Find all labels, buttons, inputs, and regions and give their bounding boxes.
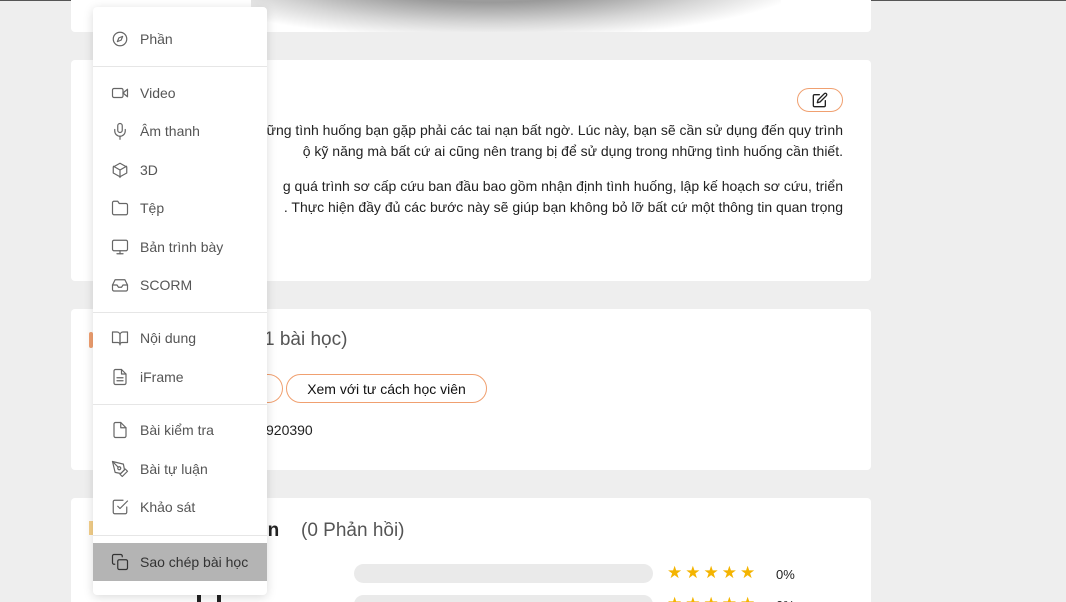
course-code: 920390 [266, 422, 313, 438]
view-as-student-button[interactable]: Xem với tư cách học viên [286, 374, 487, 403]
menu-item-label: Nội dung [140, 330, 197, 346]
menu-item-label: SCORM [140, 277, 193, 293]
rating-bar-4 [354, 595, 653, 602]
rating-stars-5: ★★★★★ [667, 563, 759, 582]
lessons-count-title: 1 bài học) [264, 329, 348, 350]
menu-item-label: Bài kiểm tra [140, 422, 214, 438]
menu-item-3d[interactable]: 3D [93, 151, 267, 189]
edit-description-button[interactable] [797, 88, 843, 112]
menu-item-quiz[interactable]: Bài kiểm tra [93, 411, 267, 449]
menu-item-label: Âm thanh [140, 123, 200, 139]
menu-item-audio[interactable]: Âm thanh [93, 112, 267, 150]
file-text-icon [110, 367, 130, 387]
menu-divider [93, 66, 267, 67]
menu-item-label: 3D [140, 162, 158, 178]
rating-bar-5 [354, 564, 653, 583]
menu-item-presentation[interactable]: Bản trình bày [93, 228, 267, 266]
menu-item-video[interactable]: Video [93, 74, 267, 112]
cube-icon [110, 160, 130, 180]
edit-icon [812, 92, 828, 108]
book-icon [110, 328, 130, 348]
check-square-icon [110, 497, 130, 517]
menu-item-file[interactable]: Tệp [93, 189, 267, 227]
menu-item-label: Bản trình bày [140, 239, 224, 255]
menu-item-label: Bài tự luận [140, 461, 208, 477]
menu-item-label: Tệp [140, 200, 165, 216]
menu-item-content[interactable]: Nội dung [93, 319, 267, 357]
menu-item-copy-lesson[interactable]: Sao chép bài học [93, 543, 267, 581]
microphone-icon [110, 121, 130, 141]
add-content-menu: Phần Video Âm thanh 3D Tệp Bản trình bày [93, 7, 267, 595]
course-cover-image [251, 0, 781, 32]
menu-item-label: Phần [140, 31, 173, 47]
menu-divider [93, 535, 267, 536]
compass-icon [110, 29, 130, 49]
menu-item-label: Video [140, 85, 176, 101]
menu-item-section[interactable]: Phần [93, 20, 267, 58]
menu-item-scorm[interactable]: SCORM [93, 266, 267, 304]
menu-item-essay[interactable]: Bài tự luận [93, 450, 267, 488]
rating-percent-5: 0% [776, 567, 795, 582]
menu-divider [93, 404, 267, 405]
menu-item-survey[interactable]: Khảo sát [93, 488, 267, 526]
menu-item-label: Sao chép bài học [140, 554, 249, 570]
video-icon [110, 83, 130, 103]
rating-percent-4: 0% [776, 598, 795, 602]
pen-tool-icon [110, 459, 130, 479]
menu-item-iframe[interactable]: iFrame [93, 358, 267, 396]
menu-divider [93, 312, 267, 313]
folder-icon [110, 198, 130, 218]
monitor-icon [110, 237, 130, 257]
menu-item-label: Khảo sát [140, 499, 196, 515]
inbox-icon [110, 275, 130, 295]
reviews-count: (0 Phản hồi) [301, 520, 405, 541]
menu-item-label: iFrame [140, 369, 184, 385]
rating-stars-4: ★★★★★ [667, 594, 758, 602]
file-icon [110, 420, 130, 440]
copy-icon [110, 552, 130, 572]
